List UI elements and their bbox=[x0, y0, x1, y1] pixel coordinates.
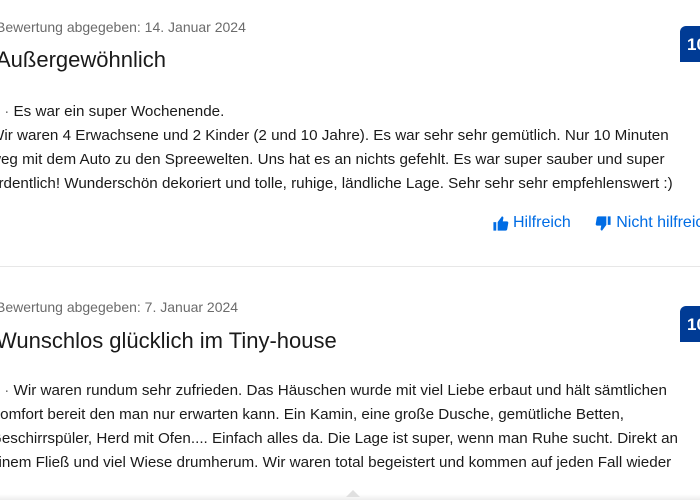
helpful-button[interactable]: Hilfreich bbox=[492, 214, 571, 232]
review-text: · Es war ein super Wochenende. Wir waren… bbox=[0, 100, 700, 196]
review-positive-line: · Wir waren rundum sehr zufrieden. Das H… bbox=[0, 379, 700, 403]
review-text-line: Wir waren 4 Erwachsene und 2 Kinder (2 u… bbox=[0, 127, 669, 144]
review-date: Bewertung abgegeben: 7. Januar 2024 bbox=[0, 299, 239, 315]
review-title: Wunschlos glücklich im Tiny-house bbox=[0, 328, 337, 353]
thumbs-down-icon bbox=[595, 215, 611, 231]
review-text-line: weg mit dem Auto zu den Spreewelten. Uns… bbox=[0, 151, 665, 168]
review-score-badge: 10 bbox=[680, 306, 700, 342]
review-feedback-actions: Hilfreich Nicht hilfreich bbox=[492, 214, 700, 238]
helpful-label: Hilfreich bbox=[513, 214, 571, 231]
review-card: Bewertung abgegeben: 7. Januar 2024 Wuns… bbox=[0, 268, 700, 500]
not-helpful-label: Nicht hilfreich bbox=[616, 214, 700, 231]
review-text-line: ordentlich! Wunderschön dekoriert und to… bbox=[0, 175, 673, 192]
review-positive-text: Es war ein super Wochenende. bbox=[13, 103, 225, 120]
review-text-line: Komfort bereit den man nur erwarten kann… bbox=[0, 406, 624, 423]
thumbs-up-icon bbox=[493, 215, 509, 231]
review-text-line: Geschirrspüler, Herd mit Ofen.... Einfac… bbox=[0, 430, 678, 447]
not-helpful-button[interactable]: Nicht hilfreich bbox=[595, 214, 700, 232]
separator: · bbox=[4, 382, 10, 399]
separator: · bbox=[4, 103, 10, 120]
caret-up-icon bbox=[346, 490, 360, 497]
review-divider bbox=[0, 266, 700, 267]
review-positive-line: · Es war ein super Wochenende. bbox=[0, 100, 700, 124]
review-title: Außergewöhnlich bbox=[0, 47, 166, 72]
review-score-badge: 10 bbox=[680, 26, 700, 62]
review-date: Bewertung abgegeben: 14. Januar 2024 bbox=[0, 19, 246, 35]
review-text-line: einem Fließ und viel Wiese drumherum. Wi… bbox=[0, 454, 672, 471]
review-card: Bewertung abgegeben: 14. Januar 2024 Auß… bbox=[0, 0, 700, 266]
review-text: · Wir waren rundum sehr zufrieden. Das H… bbox=[0, 379, 700, 475]
review-positive-text: Wir waren rundum sehr zufrieden. Das Häu… bbox=[13, 382, 667, 399]
